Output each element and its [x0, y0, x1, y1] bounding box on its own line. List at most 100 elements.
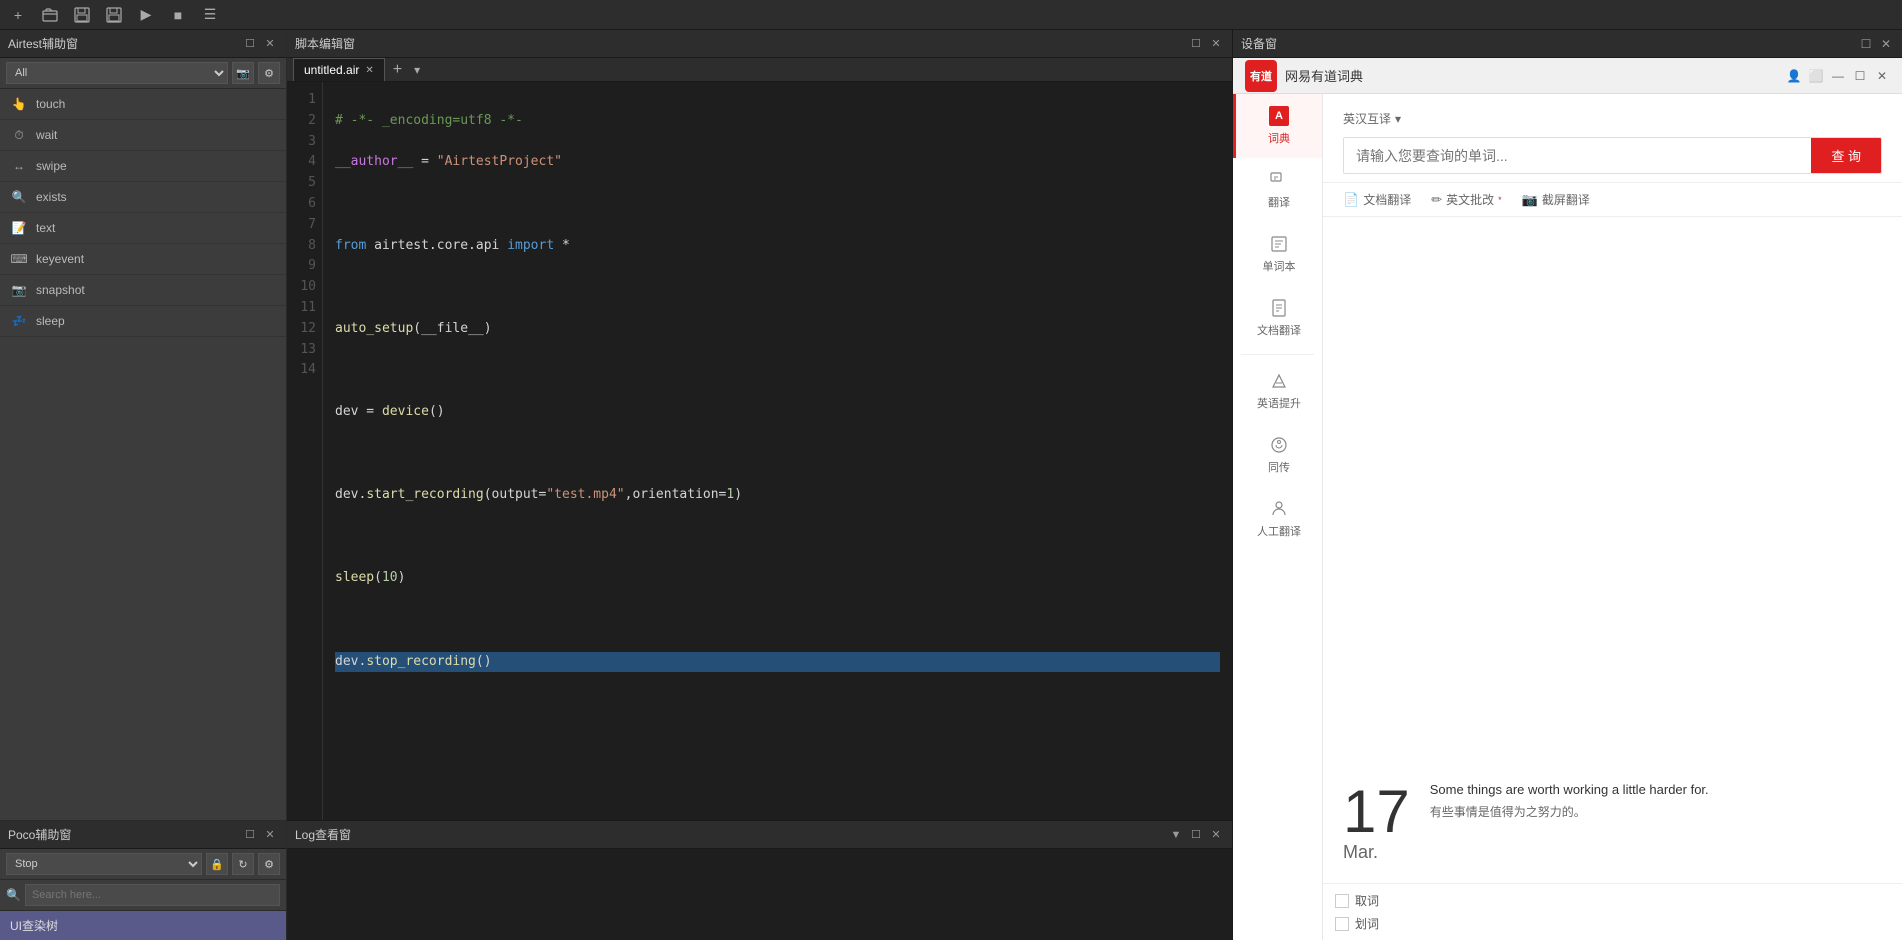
save-all-button[interactable]	[104, 5, 124, 25]
youdao-bottom-options: 取词 划词	[1323, 883, 1902, 940]
youdao-nav-cidian[interactable]: A 词典	[1233, 94, 1322, 158]
airtest-item-exists[interactable]: 🔍 exists	[0, 182, 286, 213]
youdao-search-input[interactable]	[1344, 140, 1811, 172]
tool-english-correct[interactable]: ✏ 英文批改 *	[1431, 191, 1501, 208]
option-huaci[interactable]: 划词	[1335, 915, 1890, 932]
youdao-nav-fanyi[interactable]: 翻译	[1233, 158, 1322, 222]
huaci-checkbox[interactable]	[1335, 917, 1349, 931]
save-button[interactable]	[72, 5, 92, 25]
english-icon	[1269, 371, 1289, 391]
poco-search-input[interactable]	[25, 884, 280, 906]
cidian-label: 词典	[1268, 130, 1290, 146]
touch-icon: 👆	[10, 95, 28, 113]
swipe-label: swipe	[36, 159, 67, 173]
text-label: text	[36, 221, 55, 235]
youdao-tools: 📄 文档翻译 ✏ 英文批改 * 📷 截屏翻译	[1323, 183, 1902, 217]
youdao-nav-tongchuan[interactable]: 同传	[1233, 423, 1322, 487]
fanyi-icon	[1269, 170, 1289, 190]
english-correct-label: 英文批改	[1446, 191, 1494, 208]
airtest-item-sleep[interactable]: 💤 sleep	[0, 306, 286, 337]
lang-switch[interactable]: 英汉互译 ▾	[1343, 110, 1882, 127]
poco-tree-item[interactable]: UI查染树	[0, 911, 286, 940]
airtest-item-swipe[interactable]: ↔ swipe	[0, 151, 286, 182]
airtest-item-snapshot[interactable]: 📷 snapshot	[0, 275, 286, 306]
exists-icon: 🔍	[10, 188, 28, 206]
tab-filename: untitled.air	[304, 63, 359, 77]
youdao-logo: 有道	[1245, 60, 1277, 92]
airtest-filter-select[interactable]: All touch wait swipe exists text keyeven…	[6, 62, 228, 84]
tongchuan-icon	[1269, 435, 1289, 455]
exists-label: exists	[36, 190, 67, 204]
rengong-label: 人工翻译	[1257, 523, 1301, 539]
youdao-quote: Some things are worth working a little h…	[1430, 782, 1709, 820]
quci-checkbox[interactable]	[1335, 894, 1349, 908]
device-resize-btn[interactable]: ☐	[1858, 36, 1874, 52]
device-close-btn[interactable]: ✕	[1878, 36, 1894, 52]
log-resize-btn[interactable]: ☐	[1188, 827, 1204, 843]
log-viewer-title: Log查看窗	[295, 826, 351, 843]
airtest-panel-header: Airtest辅助窗 ☐ ✕	[0, 30, 286, 58]
editor-resize-btn[interactable]: ☐	[1188, 36, 1204, 52]
run-button[interactable]: ▶	[136, 5, 156, 25]
youdao-settings-btn[interactable]: ⬜	[1808, 68, 1824, 84]
airtest-item-touch[interactable]: 👆 touch	[0, 89, 286, 120]
airtest-resize-btn[interactable]: ☐	[242, 36, 258, 52]
editor-close-btn[interactable]: ✕	[1208, 36, 1224, 52]
airtest-screenshot-btn[interactable]: 📷	[232, 62, 254, 84]
top-toolbar: + ▶ ■ ☰	[0, 0, 1902, 30]
airtest-close-btn[interactable]: ✕	[262, 36, 278, 52]
sleep-label: sleep	[36, 314, 65, 328]
editor-tab-untitled[interactable]: untitled.air ✕	[293, 58, 385, 81]
airtest-item-text[interactable]: 📝 text	[0, 213, 286, 244]
snapshot-label: snapshot	[36, 283, 85, 297]
fanyi-label: 翻译	[1268, 194, 1290, 210]
screen-translate-icon: 📷	[1522, 192, 1538, 208]
tab-close-btn[interactable]: ✕	[365, 65, 373, 76]
poco-settings-btn[interactable]: ⚙	[258, 853, 280, 875]
script-editor-title: 脚本编辑窗	[295, 35, 355, 52]
poco-tree-label: UI查染树	[10, 917, 58, 934]
english-correct-icon: ✏	[1431, 192, 1442, 208]
date-number: 17	[1343, 782, 1410, 842]
youdao-minimize-btn[interactable]: —	[1830, 68, 1846, 84]
youdao-nav-english[interactable]: 英语提升	[1233, 359, 1322, 423]
tool-screen-translate[interactable]: 📷 截屏翻译	[1522, 191, 1590, 208]
airtest-item-keyevent[interactable]: ⌨ keyevent	[0, 244, 286, 275]
youdao-sidebar: A 词典 翻译	[1233, 94, 1323, 940]
poco-lock-btn[interactable]: 🔒	[206, 853, 228, 875]
rengong-icon	[1269, 499, 1289, 519]
log-content[interactable]	[287, 849, 1232, 940]
youdao-maximize-btn[interactable]: ☐	[1852, 68, 1868, 84]
tool-doc-translate[interactable]: 📄 文档翻译	[1343, 191, 1411, 208]
open-button[interactable]	[40, 5, 60, 25]
youdao-close-btn[interactable]: ✕	[1874, 68, 1890, 84]
poco-search-bar: 🔍	[0, 880, 286, 911]
quote-english: Some things are worth working a little h…	[1430, 782, 1709, 797]
airtest-settings-btn[interactable]: ⚙	[258, 62, 280, 84]
danciben-icon	[1269, 234, 1289, 254]
youdao-nav-danciben[interactable]: 单词本	[1233, 222, 1322, 286]
poco-stop-select[interactable]: Stop	[6, 853, 202, 875]
log-close-btn[interactable]: ✕	[1208, 827, 1224, 843]
code-editor[interactable]: # -*- _encoding=utf8 -*- __author__ = "A…	[323, 82, 1232, 820]
log-button[interactable]: ☰	[200, 5, 220, 25]
youdao-nav-doc[interactable]: 文档翻译	[1233, 286, 1322, 350]
airtest-item-wait[interactable]: ⏱ wait	[0, 120, 286, 151]
tab-add-btn[interactable]: +	[389, 61, 406, 79]
tab-dropdown-btn[interactable]: ▾	[410, 63, 424, 77]
log-filter-btn[interactable]: ▼	[1168, 827, 1184, 843]
airtest-list: 👆 touch ⏱ wait ↔ swipe 🔍 exists 📝 text ⌨	[0, 89, 286, 820]
stop-button[interactable]: ■	[168, 5, 188, 25]
youdao-content-area: 17 Mar. Some things are worth working a …	[1323, 217, 1902, 883]
youdao-search-btn[interactable]: 查 询	[1811, 138, 1881, 173]
snapshot-icon: 📷	[10, 281, 28, 299]
option-quci[interactable]: 取词	[1335, 892, 1890, 909]
poco-refresh-btn[interactable]: ↻	[232, 853, 254, 875]
huaci-label: 划词	[1355, 915, 1379, 932]
add-button[interactable]: +	[8, 5, 28, 25]
poco-resize-btn[interactable]: ☐	[242, 827, 258, 843]
youdao-nav-rengong[interactable]: 人工翻译	[1233, 487, 1322, 551]
youdao-profile-btn[interactable]: 👤	[1786, 68, 1802, 84]
cidian-icon: A	[1269, 106, 1289, 126]
poco-close-btn[interactable]: ✕	[262, 827, 278, 843]
